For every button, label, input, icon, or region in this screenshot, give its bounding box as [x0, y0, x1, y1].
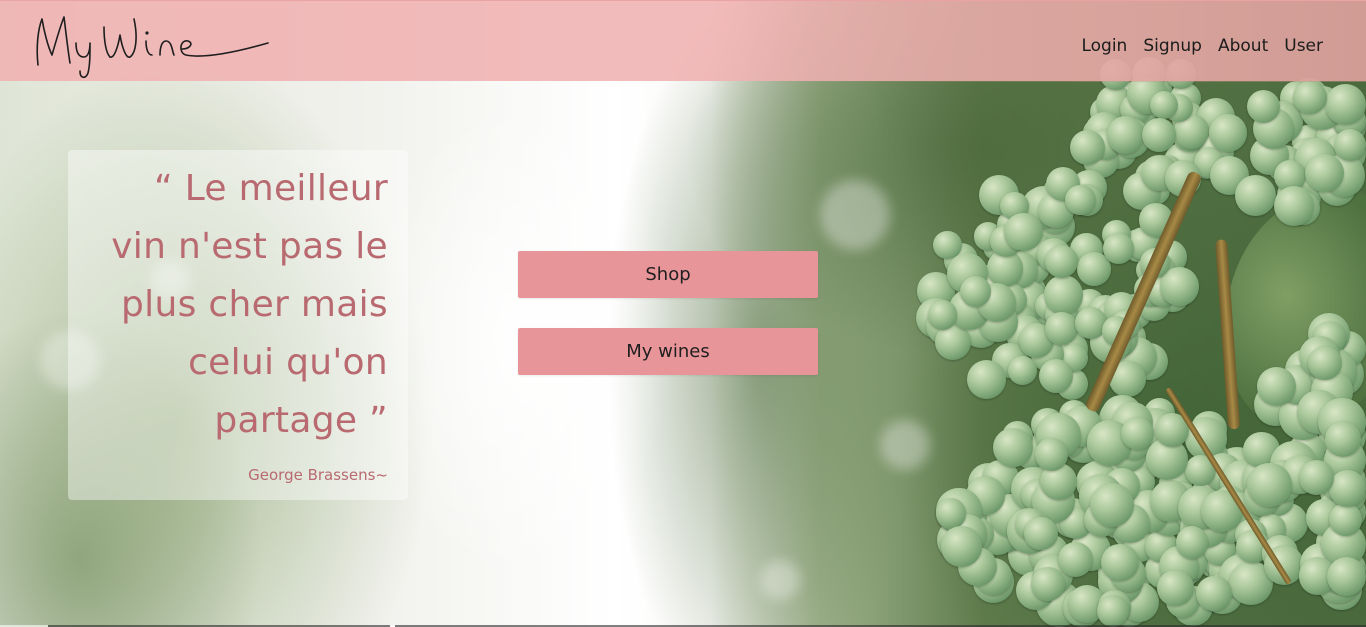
grape — [1209, 114, 1247, 152]
top-header: Login Signup About User — [0, 0, 1366, 82]
grape — [1175, 526, 1209, 559]
main-nav: Login Signup About User — [1081, 36, 1323, 56]
grape — [1045, 312, 1078, 345]
vine-stem — [1215, 239, 1241, 430]
grape — [1141, 117, 1177, 153]
nav-login-link[interactable]: Login — [1081, 36, 1127, 56]
grape — [1024, 516, 1058, 551]
nav-about-link[interactable]: About — [1218, 36, 1268, 56]
grape — [1329, 470, 1366, 507]
grape — [1157, 569, 1195, 607]
grape — [1257, 367, 1297, 407]
quote-text: “ Le meilleur vin n'est pas le plus cher… — [111, 168, 388, 441]
grape — [1160, 267, 1199, 306]
grape — [1106, 116, 1145, 154]
grape — [1120, 416, 1154, 450]
quote-card: “ Le meilleur vin n'est pas le plus cher… — [68, 150, 408, 500]
grape — [1102, 232, 1134, 265]
quote-author: George Brassens~ — [248, 466, 388, 484]
grape — [1069, 130, 1105, 166]
grape — [1307, 345, 1343, 380]
grape — [1305, 154, 1344, 193]
grape — [1043, 275, 1084, 316]
grape — [1298, 460, 1334, 496]
nav-user-link[interactable]: User — [1284, 36, 1323, 56]
grape — [1196, 575, 1232, 612]
nav-signup-link[interactable]: Signup — [1143, 36, 1202, 56]
grape — [993, 427, 1033, 468]
grape — [941, 526, 982, 567]
grape — [1044, 244, 1079, 279]
grape — [936, 498, 967, 529]
grape — [1324, 84, 1366, 126]
my-wines-button[interactable]: My wines — [518, 328, 818, 375]
mywine-logo-script — [36, 16, 269, 79]
grape — [1058, 541, 1094, 577]
grape — [1035, 437, 1069, 471]
grape — [1008, 355, 1037, 385]
logo[interactable] — [30, 7, 280, 79]
grape — [1333, 129, 1366, 162]
grape — [1089, 482, 1134, 527]
grape — [1064, 184, 1096, 216]
grape — [1031, 567, 1065, 602]
grape — [1149, 90, 1179, 120]
grape — [1328, 502, 1362, 536]
grape — [1096, 595, 1129, 627]
grape — [1324, 420, 1362, 458]
grape — [1004, 212, 1043, 252]
grape — [1235, 175, 1277, 216]
grape — [966, 359, 1007, 399]
shop-button[interactable]: Shop — [518, 251, 818, 298]
grape — [1101, 543, 1139, 582]
grape — [1247, 462, 1292, 508]
